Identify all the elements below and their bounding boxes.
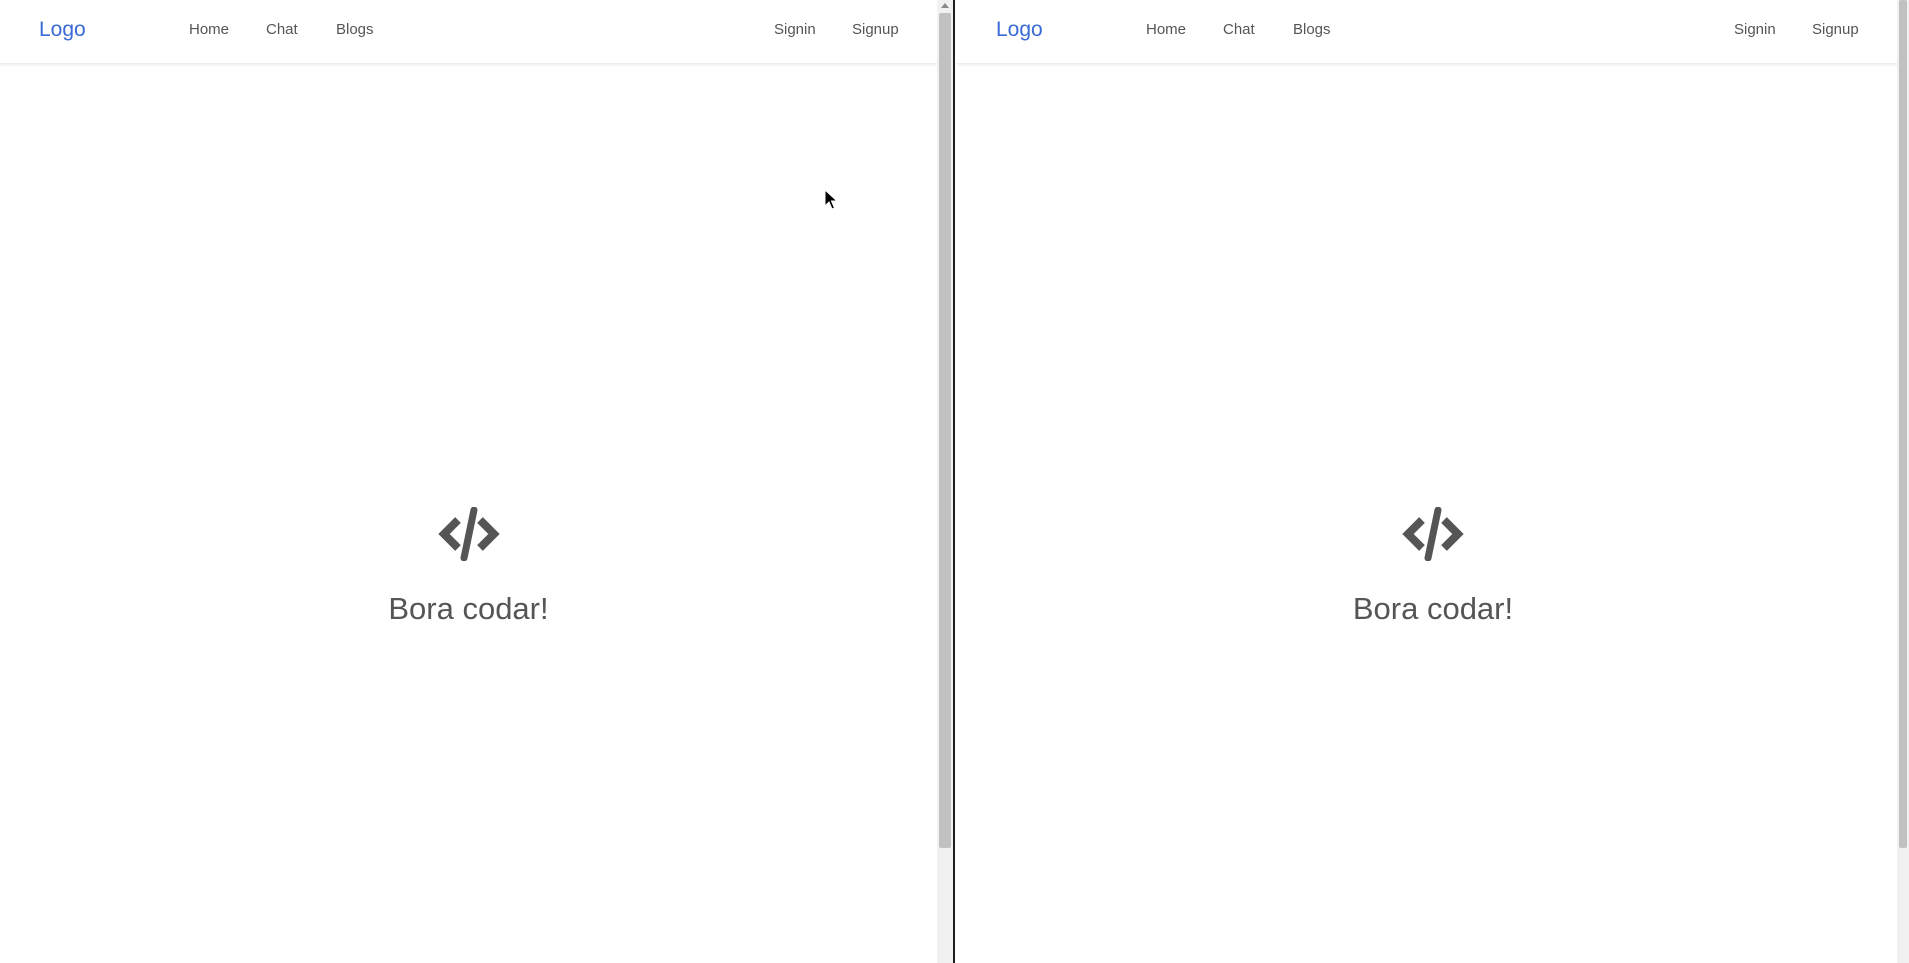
hero-section: Bora codar! [957, 507, 1909, 627]
logo-link[interactable]: Logo [996, 18, 1043, 42]
nav-blogs-link[interactable]: Blogs [336, 21, 374, 38]
nav-signin-link[interactable]: Signin [1734, 21, 1776, 38]
nav-blogs-link[interactable]: Blogs [1293, 21, 1331, 38]
mouse-cursor-icon [824, 189, 838, 210]
nav-signup-link[interactable]: Signup [852, 21, 899, 38]
scroll-up-arrow-icon[interactable] [941, 3, 949, 8]
nav-chat-link[interactable]: Chat [266, 21, 298, 38]
navbar: Logo Home Chat Blogs Signin Signup [957, 0, 1909, 64]
code-icon [437, 507, 500, 561]
logo-link[interactable]: Logo [39, 18, 86, 42]
split-screen: Logo Home Chat Blogs Signin Signup Bora … [0, 0, 1909, 963]
right-scrollbar[interactable] [1897, 0, 1909, 963]
scrollbar-thumb[interactable] [1899, 0, 1907, 848]
hero-section: Bora codar! [0, 507, 937, 627]
left-browser-pane: Logo Home Chat Blogs Signin Signup Bora … [0, 0, 937, 963]
scrollbar-thumb[interactable] [939, 13, 951, 848]
nav-home-link[interactable]: Home [1146, 21, 1186, 38]
left-scrollbar[interactable] [937, 0, 953, 963]
nav-chat-link[interactable]: Chat [1223, 21, 1255, 38]
nav-signup-link[interactable]: Signup [1812, 21, 1859, 38]
nav-home-link[interactable]: Home [189, 21, 229, 38]
hero-title: Bora codar! [388, 591, 549, 626]
navbar: Logo Home Chat Blogs Signin Signup [0, 0, 937, 64]
right-browser-pane: Logo Home Chat Blogs Signin Signup Bora … [957, 0, 1909, 963]
code-icon [1402, 507, 1464, 561]
nav-signin-link[interactable]: Signin [774, 21, 816, 38]
hero-title: Bora codar! [1352, 591, 1514, 626]
